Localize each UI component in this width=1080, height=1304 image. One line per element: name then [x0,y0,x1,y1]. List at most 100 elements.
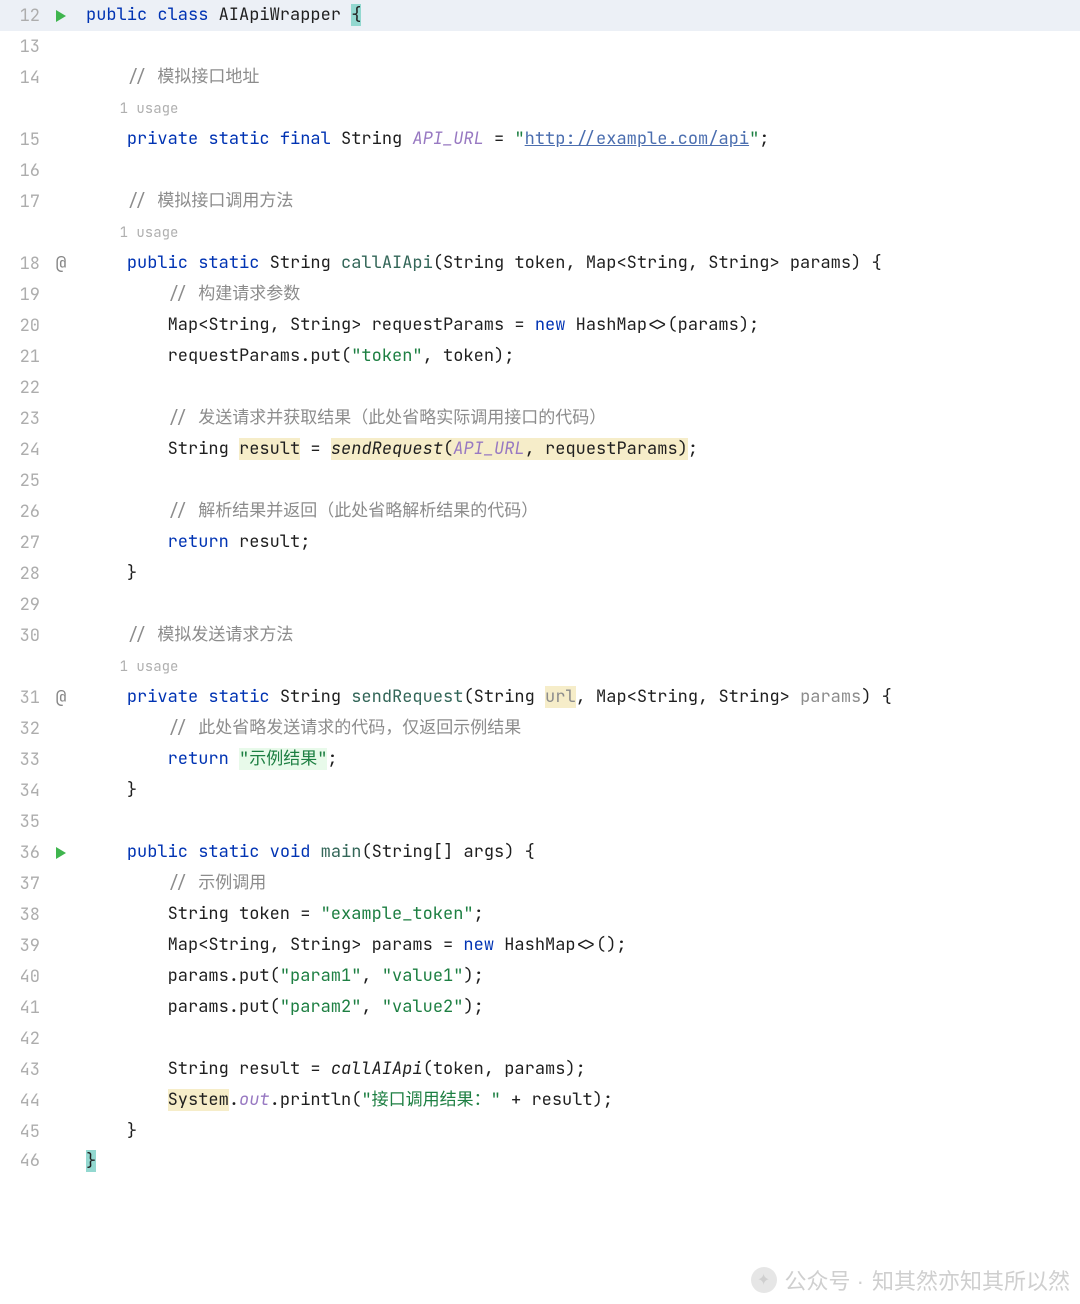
token: public [127,252,188,274]
code-content[interactable]: String result = callAIApi(token, params)… [86,1054,586,1085]
code-content[interactable]: System.out.println("接口调用结果：" + result); [86,1085,613,1116]
code-line[interactable]: 41 params.put("param2", "value2"); [0,992,1080,1023]
token: , Map<String, String> [576,686,800,708]
code-line[interactable]: 20 Map<String, String> requestParams = n… [0,310,1080,341]
line-number: 18 [0,253,46,275]
code-line[interactable]: 44 System.out.println("接口调用结果：" + result… [0,1085,1080,1116]
token: } [86,1150,96,1172]
code-line[interactable]: 25 [0,465,1080,496]
override-gutter-icon[interactable]: @ [52,255,70,273]
code-content[interactable]: } [86,1116,137,1147]
token: (String token, Map<String, String> param… [433,252,882,274]
token: HashMap<>(params); [565,314,759,336]
code-line[interactable]: 35 [0,806,1080,837]
line-number: 46 [0,1150,46,1172]
code-content[interactable]: return "示例结果"; [86,744,338,775]
usage-hint[interactable]: 1 usage [86,217,178,249]
code-line[interactable]: 37 // 示例调用 [0,868,1080,899]
line-number: 23 [0,408,46,430]
code-line[interactable]: 45 } [0,1116,1080,1147]
code-line[interactable]: 12public class AIApiWrapper { [0,0,1080,31]
override-gutter-icon[interactable]: @ [52,689,70,707]
code-content[interactable]: } [86,775,137,806]
code-content[interactable]: public class AIApiWrapper { [86,0,361,31]
token: ; [327,748,337,770]
code-line[interactable]: 15 private static final String API_URL =… [0,124,1080,155]
code-line[interactable]: 13 [0,31,1080,62]
run-gutter-icon[interactable] [56,10,66,22]
watermark: ✦ 公众号 · 知其然亦知其所以然 [751,1264,1070,1296]
code-content[interactable]: Map<String, String> params = new HashMap… [86,930,627,961]
code-content[interactable]: return result; [86,527,310,558]
token: " [749,128,759,150]
code-line[interactable]: 43 String result = callAIApi(token, para… [0,1054,1080,1085]
token: ; [759,128,769,150]
code-content[interactable]: String result = sendRequest(API_URL, req… [86,434,698,465]
code-content[interactable]: // 模拟接口地址 [86,62,259,93]
code-content[interactable]: } [86,1146,96,1177]
token [229,748,239,770]
code-line[interactable]: 42 [0,1023,1080,1054]
code-line[interactable]: 36 public static void main(String[] args… [0,837,1080,868]
code-line[interactable]: 32 // 此处省略发送请求的代码，仅返回示例结果 [0,713,1080,744]
code-line[interactable]: 1 usage [0,93,1080,124]
code-content[interactable]: String token = "example_token"; [86,899,484,930]
code-line[interactable]: 22 [0,372,1080,403]
code-content[interactable]: // 构建请求参数 [86,279,300,310]
token: ; [474,903,484,925]
code-line[interactable]: 1 usage [0,217,1080,248]
code-line[interactable]: 19 // 构建请求参数 [0,279,1080,310]
code-line[interactable]: 23 // 发送请求并获取结果（此处省略实际调用接口的代码） [0,403,1080,434]
code-content[interactable]: params.put("param1", "value1"); [86,961,484,992]
code-content[interactable]: public static void main(String[] args) { [86,837,535,868]
code-content[interactable]: private static String sendRequest(String… [86,682,892,713]
token: String result = [168,1058,331,1080]
code-content[interactable]: } [86,558,137,589]
code-line[interactable]: 33 return "示例结果"; [0,744,1080,775]
code-line[interactable]: 1 usage [0,651,1080,682]
line-number: 27 [0,532,46,554]
code-line[interactable]: 14 // 模拟接口地址 [0,62,1080,93]
token: // 模拟发送请求方法 [127,624,294,646]
code-line[interactable]: 38 String token = "example_token"; [0,899,1080,930]
token: , token); [423,345,515,367]
usage-hint[interactable]: 1 usage [86,651,178,683]
code-line[interactable]: 31@ private static String sendRequest(St… [0,682,1080,713]
code-line[interactable]: 16 [0,155,1080,186]
code-content[interactable]: // 模拟接口调用方法 [86,186,293,217]
token [147,4,157,26]
code-line[interactable]: 29 [0,589,1080,620]
code-line[interactable]: 18 @ public static String callAIApi(Strin… [0,248,1080,279]
code-line[interactable]: 39 Map<String, String> params = new Hash… [0,930,1080,961]
line-number: 44 [0,1090,46,1112]
code-content[interactable]: // 此处省略发送请求的代码，仅返回示例结果 [86,713,521,744]
code-line[interactable]: 27 return result; [0,527,1080,558]
code-line[interactable]: 28 } [0,558,1080,589]
code-line[interactable]: 46} [0,1147,1080,1175]
token: String [259,252,341,274]
token: return [168,531,229,553]
code-line[interactable]: 17 // 模拟接口调用方法 [0,186,1080,217]
code-editor[interactable]: 12public class AIApiWrapper {1314 // 模拟接… [0,0,1080,1175]
code-content[interactable]: public static String callAIApi(String to… [86,248,882,279]
token [198,128,208,150]
code-line[interactable]: 30 // 模拟发送请求方法 [0,620,1080,651]
token: "param2" [280,996,362,1018]
usage-hint[interactable]: 1 usage [86,93,178,125]
code-content[interactable]: // 模拟发送请求方法 [86,620,293,651]
code-line[interactable]: 34 } [0,775,1080,806]
code-content[interactable]: // 解析结果并返回（此处省略解析结果的代码） [86,496,538,527]
run-gutter-icon[interactable] [56,847,66,859]
line-number: 32 [0,718,46,740]
code-content[interactable]: // 示例调用 [86,868,266,899]
code-line[interactable]: 40 params.put("param1", "value1"); [0,961,1080,992]
code-line[interactable]: 21 requestParams.put("token", token); [0,341,1080,372]
code-line[interactable]: 26 // 解析结果并返回（此处省略解析结果的代码） [0,496,1080,527]
code-content[interactable]: private static final String API_URL = "h… [86,124,769,155]
code-line[interactable]: 24 String result = sendRequest(API_URL, … [0,434,1080,465]
token: // 发送请求并获取结果（此处省略实际调用接口的代码） [168,407,607,429]
code-content[interactable]: Map<String, String> requestParams = new … [86,310,759,341]
code-content[interactable]: requestParams.put("token", token); [86,341,514,372]
code-content[interactable]: // 发送请求并获取结果（此处省略实际调用接口的代码） [86,403,606,434]
code-content[interactable]: params.put("param2", "value2"); [86,992,484,1023]
